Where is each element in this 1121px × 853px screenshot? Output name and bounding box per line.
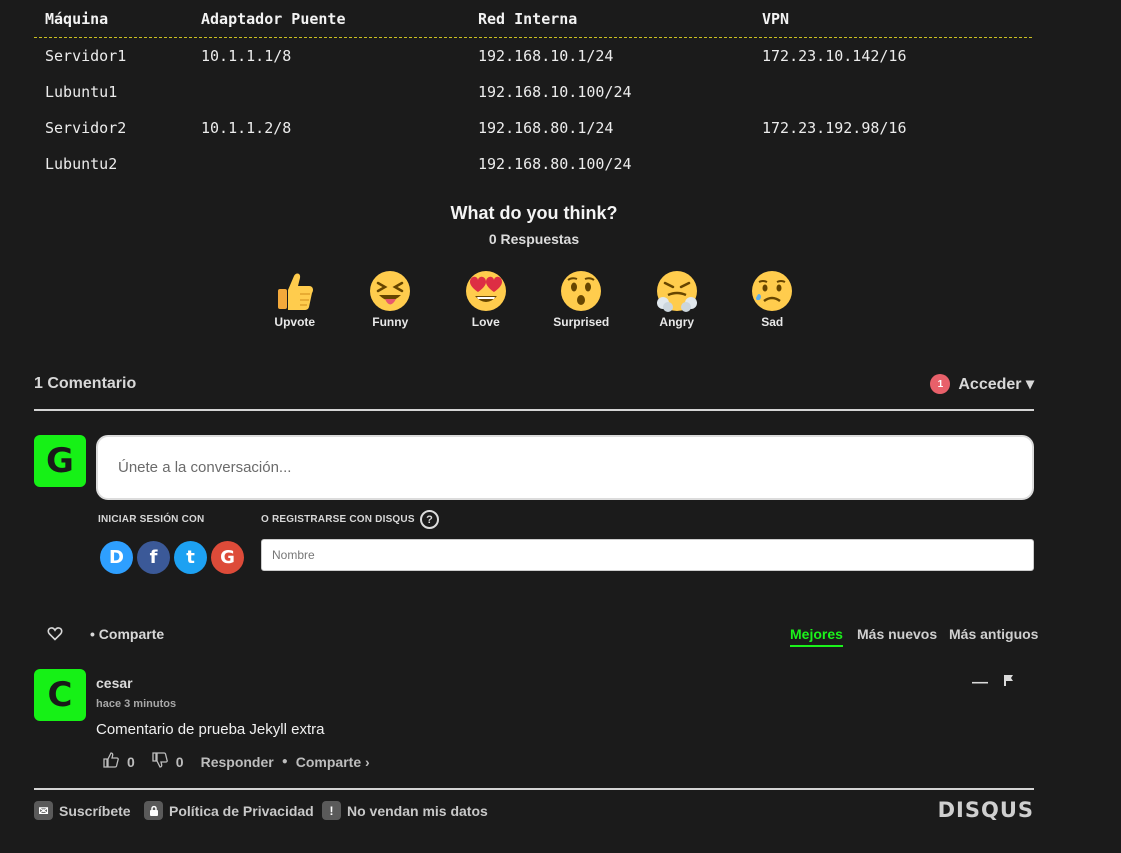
reply-button[interactable]: Responder	[201, 754, 274, 770]
reaction-sad[interactable]: Sad	[725, 270, 821, 329]
comment-author[interactable]: cesar	[96, 675, 133, 691]
header-bridge-adapter: Adaptador Puente	[201, 9, 346, 28]
reactions-bar: Upvote Funny Love Surprised Angry Sad	[247, 270, 820, 329]
name-field[interactable]: Nombre	[261, 539, 1034, 571]
subscribe-label: Suscríbete	[59, 802, 131, 819]
table-cell: 172.23.10.142/16	[762, 47, 907, 65]
hushed-face-icon	[560, 270, 602, 312]
table-row: Servidor2 10.1.1.2/8 192.168.80.1/24 172…	[34, 110, 1032, 146]
login-menu[interactable]: 1 Acceder ▾	[930, 374, 1034, 394]
reaction-label: Sad	[761, 315, 784, 329]
heart-icon[interactable]	[47, 626, 63, 646]
sort-oldest-tab[interactable]: Más antiguos	[949, 626, 1038, 642]
table-cell: 192.168.80.100/24	[478, 155, 632, 173]
twitter-login-button[interactable]: t	[174, 541, 207, 574]
sort-best-tab[interactable]: Mejores	[790, 626, 843, 647]
reactions-title: What do you think?	[450, 203, 618, 223]
reaction-angry[interactable]: Angry	[629, 270, 725, 329]
google-login-button[interactable]: G	[211, 541, 244, 574]
facebook-login-button[interactable]: f	[137, 541, 170, 574]
privacy-link[interactable]: Política de Privacidad	[144, 801, 314, 820]
separator-dot: ●	[281, 756, 288, 767]
reaction-surprised[interactable]: Surprised	[534, 270, 630, 329]
social-login-buttons: D f t G	[100, 541, 244, 574]
header-internal-network: Red Interna	[478, 9, 578, 28]
signin-label: INICIAR SESIÓN CON	[98, 514, 205, 525]
privacy-label: Política de Privacidad	[169, 802, 314, 819]
reaction-label: Funny	[372, 315, 409, 329]
comment-text: Comentario de prueba Jekyll extra	[96, 721, 325, 738]
table-row: Lubuntu2 192.168.80.100/24	[34, 146, 1032, 182]
squinting-tongue-icon	[369, 270, 411, 312]
register-label: O REGISTRARSE CON DISQUS	[261, 514, 415, 525]
reaction-label: Upvote	[274, 315, 316, 329]
disqus-login-button[interactable]: D	[100, 541, 133, 574]
reaction-funny[interactable]: Funny	[343, 270, 439, 329]
table-cell: 172.23.192.98/16	[762, 119, 907, 137]
network-table: Máquina Adaptador Puente Red Interna VPN…	[34, 0, 1032, 182]
header-vpn: VPN	[762, 9, 790, 28]
comment-time[interactable]: hace 3 minutos	[96, 698, 176, 710]
reaction-upvote[interactable]: Upvote	[247, 270, 343, 329]
reaction-label: Angry	[659, 315, 695, 329]
table-cell: 192.168.10.1/24	[478, 47, 614, 65]
divider	[34, 788, 1034, 790]
disqus-logo[interactable]: DISQUS	[938, 798, 1034, 822]
table-cell: 192.168.10.100/24	[478, 83, 632, 101]
thumbs-up-icon	[274, 270, 316, 312]
table-cell: Lubuntu2	[45, 155, 118, 173]
downvote-count: 0	[175, 753, 184, 770]
table-cell: 192.168.80.1/24	[478, 119, 614, 137]
reaction-label: Surprised	[553, 315, 610, 329]
table-cell: Lubuntu1	[45, 83, 118, 101]
comment-input[interactable]: Únete a la conversación...	[96, 435, 1034, 500]
reaction-label: Love	[471, 315, 500, 329]
table-cell: 10.1.1.2/8	[201, 119, 292, 137]
help-icon[interactable]: ?	[420, 510, 439, 529]
table-header: Máquina Adaptador Puente Red Interna VPN	[34, 0, 1032, 38]
divider	[34, 409, 1034, 411]
login-button[interactable]: Acceder ▾	[958, 374, 1034, 394]
do-not-sell-link[interactable]: ! No vendan mis datos	[322, 801, 488, 820]
table-cell: Servidor1	[45, 47, 127, 65]
sort-newest-tab[interactable]: Más nuevos	[857, 626, 937, 642]
comment-count: 1 Comentario	[34, 375, 137, 392]
downvote-icon[interactable]	[152, 752, 168, 771]
upvote-icon[interactable]	[103, 752, 119, 771]
table-row: Servidor1 10.1.1.1/8 192.168.10.1/24 172…	[34, 38, 1032, 74]
table-cell: 10.1.1.1/8	[201, 47, 292, 65]
comment-share-button[interactable]: Comparte ›	[296, 754, 370, 770]
user-avatar: G	[34, 435, 86, 487]
reactions-count: 0 Respuestas	[488, 231, 580, 247]
envelope-icon: ✉	[34, 801, 53, 820]
steam-nose-icon	[656, 270, 698, 312]
heart-eyes-icon	[465, 270, 507, 312]
comment-actions: 0 0 Responder ● Comparte ›	[103, 752, 370, 771]
notification-badge[interactable]: 1	[930, 374, 951, 394]
table-cell: Servidor2	[45, 119, 127, 137]
table-row: Lubuntu1 192.168.10.100/24	[34, 74, 1032, 110]
reaction-love[interactable]: Love	[438, 270, 534, 329]
subscribe-link[interactable]: ✉ Suscríbete	[34, 801, 131, 820]
header-machine: Máquina	[45, 9, 109, 28]
collapse-icon[interactable]: —	[972, 674, 988, 692]
do-not-sell-label: No vendan mis datos	[347, 802, 488, 819]
alert-icon: !	[322, 801, 341, 820]
flag-icon[interactable]	[1003, 674, 1015, 692]
commenter-avatar[interactable]: C	[34, 669, 86, 721]
lock-icon	[144, 801, 163, 820]
share-label: Comparte	[98, 626, 165, 642]
sad-sweat-icon	[751, 270, 793, 312]
share-button[interactable]: • Comparte	[90, 626, 164, 642]
upvote-count: 0	[127, 753, 135, 770]
